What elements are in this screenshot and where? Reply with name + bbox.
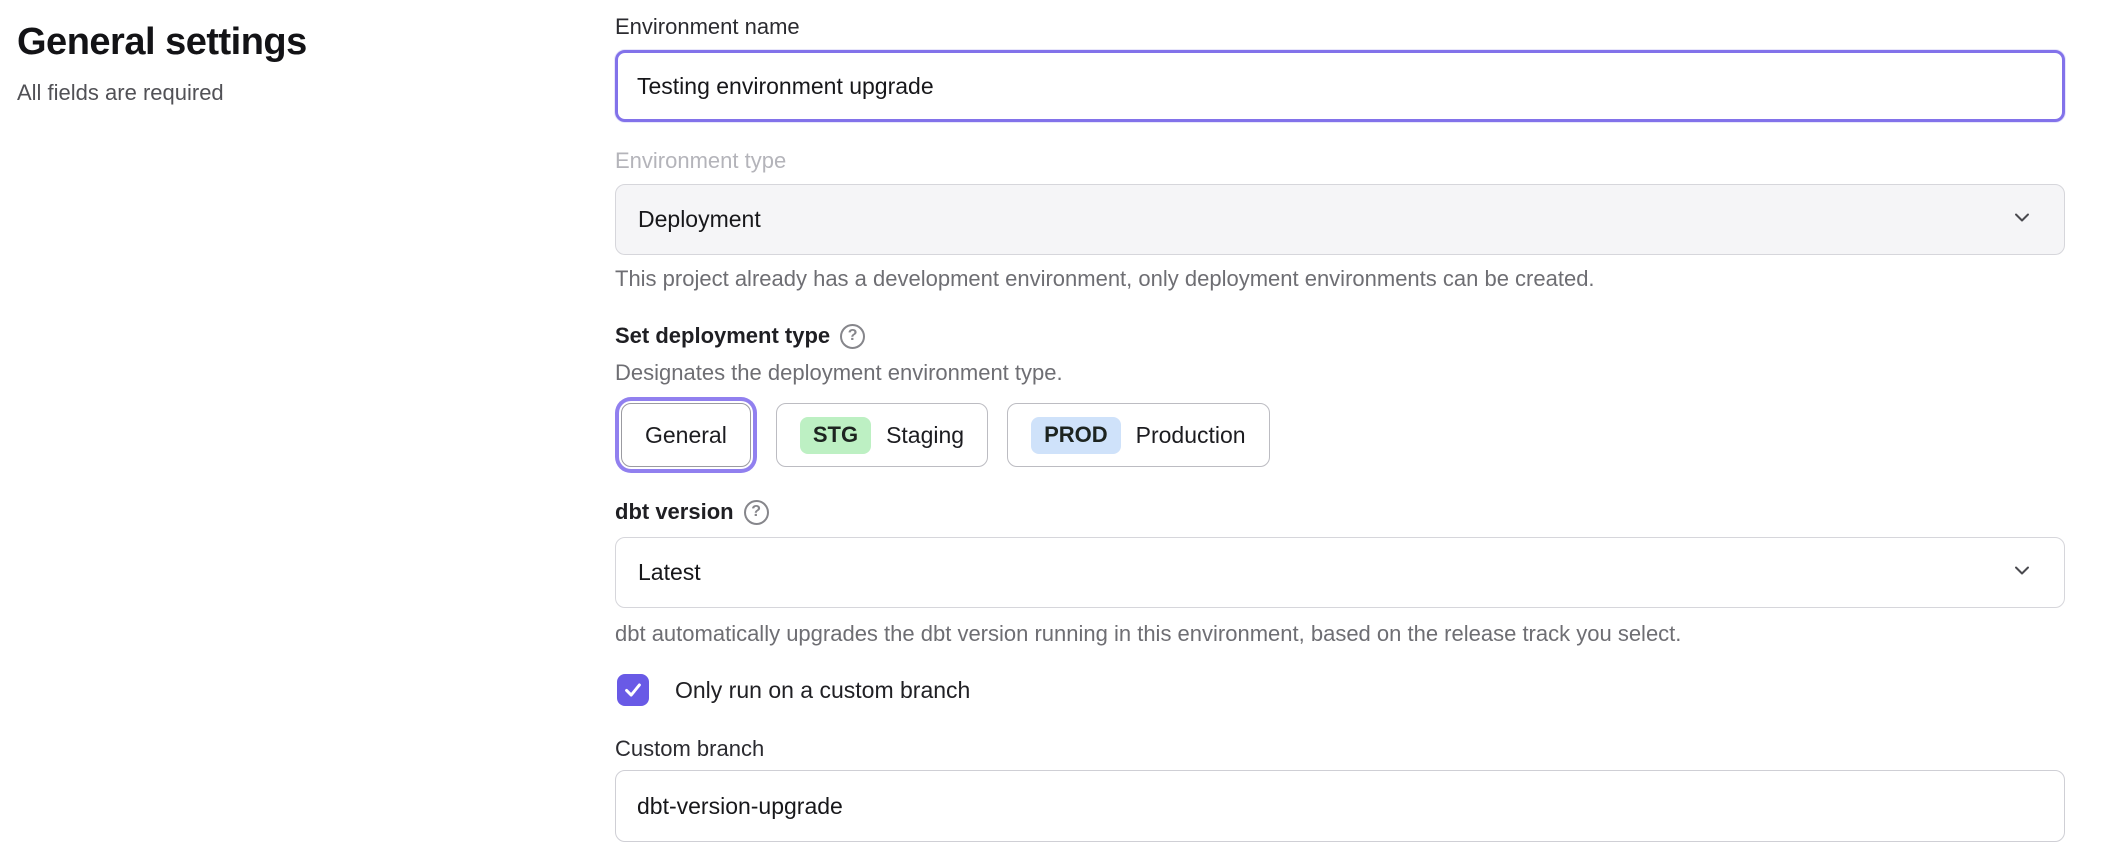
settings-header: General settings All fields are required — [0, 0, 615, 864]
custom-branch-checkbox[interactable] — [617, 674, 649, 706]
dbt-version-value: Latest — [638, 559, 701, 586]
staging-badge: STG — [800, 417, 871, 454]
production-badge: PROD — [1031, 417, 1121, 454]
environment-name-field: Environment name Testing environment upg… — [615, 12, 2065, 122]
page-subtitle: All fields are required — [17, 79, 575, 107]
deployment-type-general-button[interactable]: General — [621, 403, 751, 467]
deployment-type-options: General STG Staging PROD Production — [615, 397, 2065, 473]
general-settings-form: Environment name Testing environment upg… — [615, 0, 2065, 864]
custom-branch-checkbox-label[interactable]: Only run on a custom branch — [675, 677, 970, 704]
custom-branch-toggle-row: Only run on a custom branch — [615, 674, 2065, 706]
environment-type-select: Deployment — [615, 184, 2065, 255]
chevron-down-icon — [2010, 558, 2034, 588]
dbt-version-field: dbt version ? Latest dbt automatically u… — [615, 497, 2065, 648]
custom-branch-value: dbt-version-upgrade — [637, 793, 843, 820]
dbt-version-label: dbt version — [615, 497, 734, 527]
environment-name-input[interactable]: Testing environment upgrade — [615, 50, 2065, 122]
help-icon[interactable]: ? — [840, 324, 865, 349]
environment-name-value: Testing environment upgrade — [637, 73, 934, 100]
environment-type-value: Deployment — [638, 206, 761, 233]
environment-type-field: Environment type Deployment This project… — [615, 146, 2065, 293]
custom-branch-field: Custom branch dbt-version-upgrade — [615, 734, 2065, 842]
custom-branch-label: Custom branch — [615, 734, 2065, 764]
deployment-type-helper: Designates the deployment environment ty… — [615, 359, 2065, 387]
production-button-label: Production — [1136, 422, 1246, 449]
custom-branch-input[interactable]: dbt-version-upgrade — [615, 770, 2065, 842]
environment-name-label: Environment name — [615, 12, 2065, 42]
help-icon[interactable]: ? — [744, 500, 769, 525]
general-button-label: General — [645, 422, 727, 449]
deployment-type-staging-button[interactable]: STG Staging — [776, 403, 988, 467]
page-title: General settings — [17, 20, 575, 64]
staging-button-label: Staging — [886, 422, 964, 449]
environment-type-label: Environment type — [615, 146, 2065, 176]
deployment-type-production-button[interactable]: PROD Production — [1007, 403, 1270, 467]
environment-type-helper: This project already has a development e… — [615, 265, 2065, 293]
chevron-down-icon — [2010, 205, 2034, 235]
deployment-type-section: Set deployment type ? Designates the dep… — [615, 321, 2065, 473]
dbt-version-select[interactable]: Latest — [615, 537, 2065, 608]
dbt-version-helper: dbt automatically upgrades the dbt versi… — [615, 620, 2065, 648]
check-icon — [622, 679, 644, 701]
deployment-type-label: Set deployment type — [615, 321, 830, 351]
